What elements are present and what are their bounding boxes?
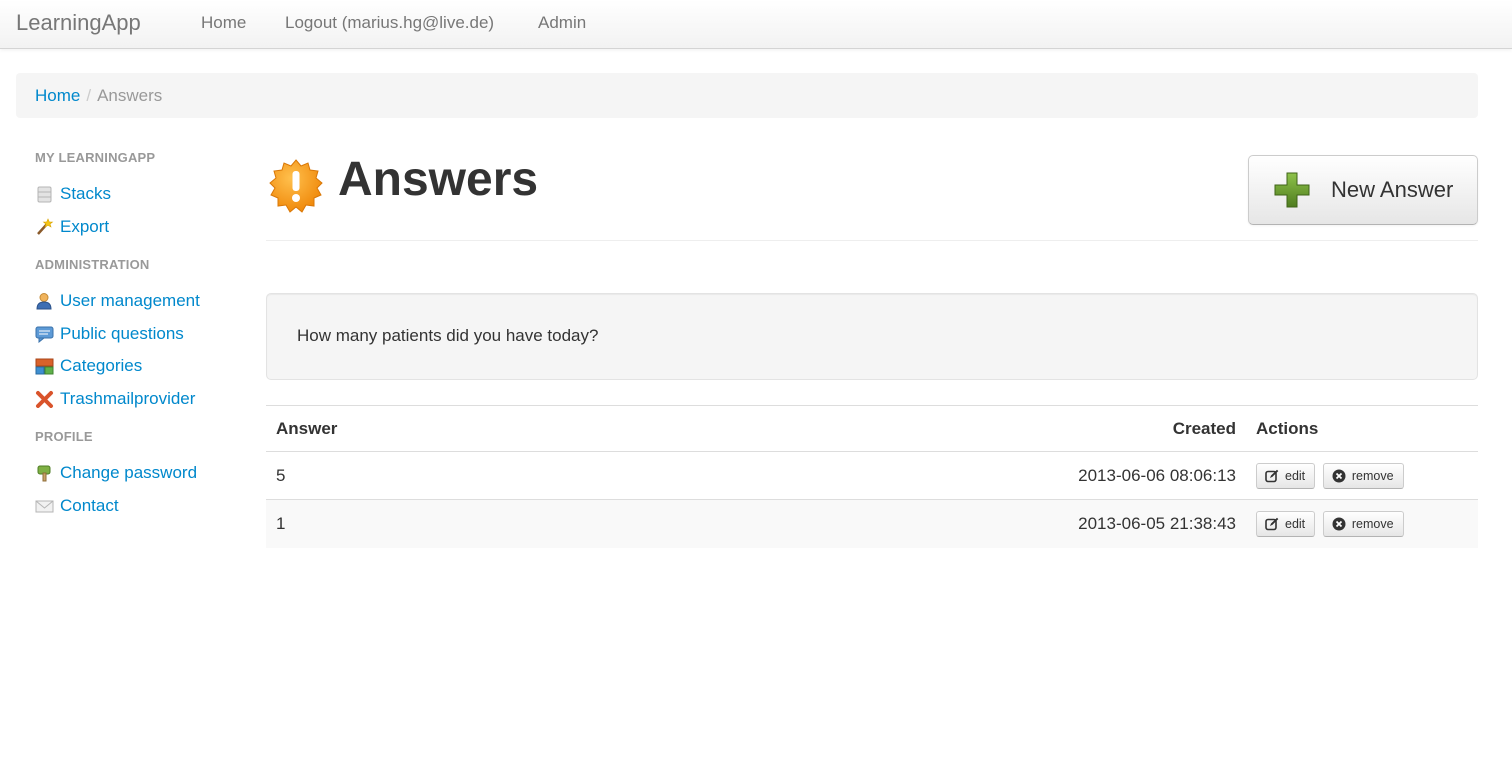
answer-cell: 5 — [266, 451, 574, 500]
edit-label: edit — [1285, 516, 1306, 531]
sidebar-section-profile: PROFILE Change password Contact — [35, 429, 250, 522]
answers-table: Answer Created Actions 5 2013-06-06 08:0… — [266, 405, 1478, 548]
question-text: How many patients did you have today? — [297, 326, 599, 345]
remove-icon — [1332, 469, 1346, 482]
top-navbar: LearningApp Home Logout (marius.hg@live.… — [0, 0, 1512, 49]
sidebar-item-categories[interactable]: Categories — [35, 350, 250, 383]
sidebar-item-user-management[interactable]: User management — [35, 285, 250, 318]
exclamation-badge-icon — [269, 159, 323, 213]
edit-button[interactable]: edit — [1256, 510, 1316, 537]
sidebar-item-stacks[interactable]: Stacks — [35, 178, 250, 211]
magic-wand-icon — [37, 217, 54, 235]
sidebar-item-export[interactable]: Export — [35, 211, 250, 244]
key-icon — [37, 465, 51, 482]
remove-icon — [1332, 517, 1346, 531]
sidebar-item-change-password[interactable]: Change password — [35, 457, 250, 490]
edit-icon — [1265, 469, 1279, 482]
remove-button[interactable]: remove — [1322, 462, 1404, 489]
user-icon — [36, 293, 52, 310]
remove-label: remove — [1351, 468, 1394, 483]
table-header-row: Answer Created Actions — [266, 405, 1478, 452]
categories-icon — [35, 358, 54, 375]
page-title: Answers — [338, 153, 539, 206]
created-cell: 2013-06-05 21:38:43 — [573, 499, 1246, 548]
sidebar-section-my-learningapp: MY LEARNINGAPP Stacks Export — [35, 150, 250, 243]
sidebar-item-label: Contact — [60, 495, 119, 515]
sidebar-item-trashmailprovider[interactable]: Trashmailprovider — [35, 383, 250, 416]
nav-logout-link[interactable]: Logout (marius.hg@live.de) — [285, 13, 494, 33]
brand-link[interactable]: LearningApp — [16, 10, 141, 36]
envelope-icon — [35, 500, 54, 513]
sidebar: MY LEARNINGAPP Stacks Export ADMINISTRAT… — [35, 150, 250, 536]
sidebar-item-label: Trashmailprovider — [60, 388, 196, 408]
remove-label: remove — [1351, 516, 1394, 531]
remove-button[interactable]: remove — [1322, 510, 1404, 537]
sidebar-item-contact[interactable]: Contact — [35, 490, 250, 523]
table-row: 5 2013-06-06 08:06:13 edit remove — [266, 451, 1478, 500]
actions-cell: edit remove — [1246, 451, 1478, 500]
breadcrumb-home-link[interactable]: Home — [35, 86, 80, 105]
table-row: 1 2013-06-05 21:38:43 edit remove — [266, 499, 1478, 548]
sidebar-item-label: Change password — [60, 463, 198, 483]
breadcrumb: Home / Answers — [16, 73, 1478, 118]
sidebar-item-label: Export — [60, 216, 110, 236]
sidebar-header: ADMINISTRATION — [35, 257, 150, 272]
column-header-answer: Answer — [266, 405, 574, 452]
actions-cell: edit remove — [1246, 499, 1478, 548]
sidebar-item-public-questions[interactable]: Public questions — [35, 318, 250, 351]
created-cell: 2013-06-06 08:06:13 — [573, 451, 1246, 500]
new-answer-button[interactable]: New Answer — [1248, 155, 1478, 225]
answer-cell: 1 — [266, 499, 574, 548]
page-header: Answers New Answer — [266, 140, 1478, 241]
column-header-actions: Actions — [1246, 405, 1478, 452]
edit-icon — [1265, 517, 1279, 531]
new-answer-label: New Answer — [1331, 177, 1454, 202]
nav-admin-link[interactable]: Admin — [538, 13, 586, 33]
sidebar-header: MY LEARNINGAPP — [35, 150, 156, 165]
edit-button[interactable]: edit — [1256, 462, 1316, 489]
sidebar-item-label: Categories — [60, 356, 143, 376]
speech-bubble-icon — [35, 326, 54, 343]
sidebar-header: PROFILE — [35, 429, 93, 444]
question-well: How many patients did you have today? — [266, 293, 1478, 380]
breadcrumb-separator: / — [86, 86, 92, 105]
sidebar-section-administration: ADMINISTRATION User management Public qu… — [35, 257, 250, 415]
sidebar-item-label: Stacks — [60, 184, 112, 204]
breadcrumb-current: Answers — [97, 86, 163, 105]
nav-home-link[interactable]: Home — [201, 13, 246, 33]
cross-icon — [36, 390, 53, 408]
edit-label: edit — [1285, 468, 1306, 483]
plus-icon — [1274, 172, 1310, 208]
sidebar-item-label: User management — [60, 291, 200, 311]
database-icon — [37, 186, 52, 203]
column-header-created: Created — [573, 405, 1246, 452]
sidebar-item-label: Public questions — [60, 323, 184, 343]
